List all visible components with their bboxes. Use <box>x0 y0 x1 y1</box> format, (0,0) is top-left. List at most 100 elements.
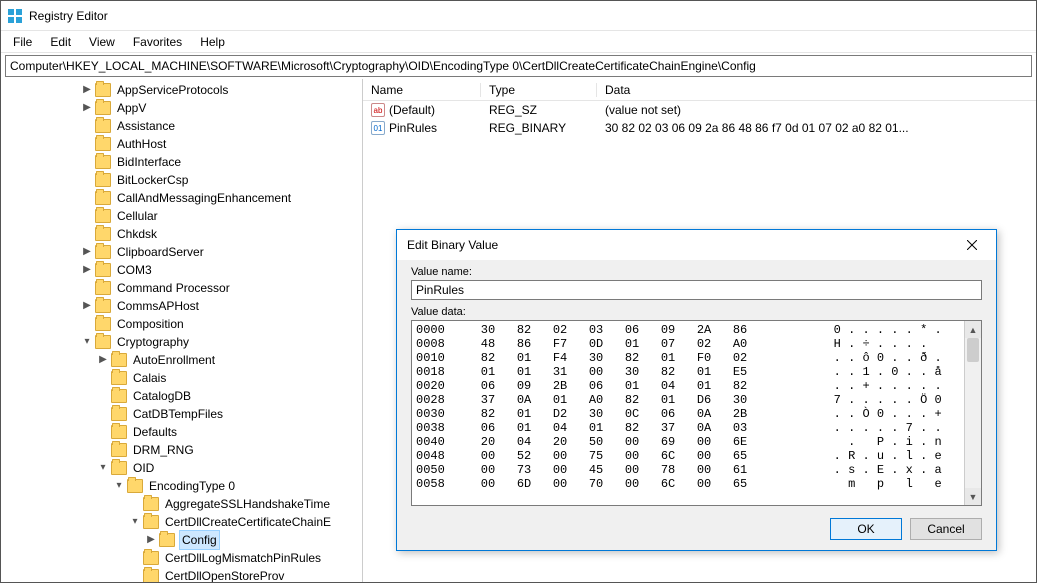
value-type: REG_SZ <box>481 103 597 117</box>
tree-item[interactable]: ▶ COM3 <box>1 261 362 279</box>
scroll-down-icon[interactable]: ▼ <box>965 488 981 505</box>
tree-item[interactable]: ▶CatalogDB <box>1 387 362 405</box>
tree-item[interactable]: ▶Cellular <box>1 207 362 225</box>
tree-item[interactable]: ▶Defaults <box>1 423 362 441</box>
col-type[interactable]: Type <box>481 83 597 97</box>
menu-file[interactable]: File <box>5 33 40 51</box>
tree-item-label: AppV <box>115 99 148 117</box>
tree-item[interactable]: ▶DRM_RNG <box>1 441 362 459</box>
edit-binary-dialog: Edit Binary Value Value name: PinRules V… <box>396 229 997 551</box>
value-name-label: Value name: <box>411 266 982 278</box>
tree-item-label: CertDllLogMismatchPinRules <box>163 549 323 567</box>
tree-item[interactable]: ▶Command Processor <box>1 279 362 297</box>
expand-icon[interactable]: ▶ <box>81 297 93 315</box>
menu-favorites[interactable]: Favorites <box>125 33 190 51</box>
close-icon <box>967 240 977 250</box>
scroll-thumb[interactable] <box>967 338 979 362</box>
menu-view[interactable]: View <box>81 33 123 51</box>
list-row[interactable]: 01PinRulesREG_BINARY30 82 02 03 06 09 2a… <box>363 119 1036 137</box>
list-row[interactable]: ab(Default)REG_SZ(value not set) <box>363 101 1036 119</box>
folder-icon <box>95 173 111 187</box>
tree-item[interactable]: ▶ Config <box>1 531 362 549</box>
tree-item-label: AuthHost <box>115 135 168 153</box>
expand-icon[interactable]: ▶ <box>81 81 93 99</box>
collapse-icon[interactable]: ▾ <box>97 459 109 477</box>
expand-icon[interactable]: ▶ <box>81 99 93 117</box>
expand-icon[interactable]: ▶ <box>81 243 93 261</box>
expand-icon[interactable]: ▶ <box>97 351 109 369</box>
folder-icon <box>143 551 159 565</box>
dialog-close-button[interactable] <box>958 235 986 255</box>
tree-item-label: CatDBTempFiles <box>131 405 225 423</box>
tree-item[interactable]: ▶Assistance <box>1 117 362 135</box>
address-path: Computer\HKEY_LOCAL_MACHINE\SOFTWARE\Mic… <box>10 59 756 73</box>
folder-icon <box>111 371 127 385</box>
folder-icon <box>111 389 127 403</box>
tree-item-label: AutoEnrollment <box>131 351 217 369</box>
expand-icon[interactable]: ▶ <box>145 531 157 549</box>
menubar: File Edit View Favorites Help <box>1 31 1036 53</box>
ok-button[interactable]: OK <box>830 518 902 540</box>
value-name-input[interactable]: PinRules <box>411 280 982 300</box>
hex-editor[interactable]: 0000 30 82 02 03 06 09 2A 86 0 . . . . .… <box>411 320 982 506</box>
col-name[interactable]: Name <box>363 83 481 97</box>
folder-icon <box>143 497 159 511</box>
tree-item[interactable]: ▶Calais <box>1 369 362 387</box>
hex-scrollbar[interactable]: ▲ ▼ <box>964 321 981 505</box>
tree-item-label: OID <box>131 459 156 477</box>
tree-item[interactable]: ▶ClipboardServer <box>1 243 362 261</box>
tree-item-label: CommsAPHost <box>115 297 201 315</box>
scroll-up-icon[interactable]: ▲ <box>965 321 981 338</box>
tree-item[interactable]: ▶AggregateSSLHandshakeTime <box>1 495 362 513</box>
tree-item[interactable]: ▶ AutoEnrollment <box>1 351 362 369</box>
tree-pane[interactable]: ▶AppServiceProtocols▶AppV▶Assistance▶Aut… <box>1 79 363 582</box>
folder-icon <box>143 515 159 529</box>
tree-item-label: CallAndMessagingEnhancement <box>115 189 293 207</box>
folder-icon <box>143 569 159 582</box>
folder-icon <box>111 407 127 421</box>
tree-item[interactable]: ▶CertDllLogMismatchPinRules <box>1 549 362 567</box>
folder-icon <box>95 191 111 205</box>
tree-item[interactable]: ▶AuthHost <box>1 135 362 153</box>
window-title: Registry Editor <box>29 9 108 23</box>
tree-item[interactable]: ▶ AppV <box>1 99 362 117</box>
tree-item-label: COM3 <box>115 261 154 279</box>
binary-value-icon: 01 <box>371 121 385 135</box>
tree-item[interactable]: ▶ AppServiceProtocols <box>1 81 362 99</box>
tree-item[interactable]: ▶Composition <box>1 315 362 333</box>
tree-item[interactable]: ▶CertDllOpenStoreProv <box>1 567 362 582</box>
expand-icon[interactable]: ▶ <box>81 261 93 279</box>
menu-edit[interactable]: Edit <box>42 33 79 51</box>
address-bar[interactable]: Computer\HKEY_LOCAL_MACHINE\SOFTWARE\Mic… <box>5 55 1032 77</box>
tree-item-label: AggregateSSLHandshakeTime <box>163 495 332 513</box>
tree-item[interactable]: ▾EncodingType 0 <box>1 477 362 495</box>
folder-icon <box>95 317 111 331</box>
tree-item[interactable]: ▶CatDBTempFiles <box>1 405 362 423</box>
value-data: (value not set) <box>597 103 997 117</box>
tree-item[interactable]: ▶ CommsAPHost <box>1 297 362 315</box>
col-data[interactable]: Data <box>597 83 997 97</box>
tree-item[interactable]: ▶Chkdsk <box>1 225 362 243</box>
collapse-icon[interactable]: ▾ <box>129 513 141 531</box>
tree-item[interactable]: ▶BitLockerCsp <box>1 171 362 189</box>
folder-icon <box>111 443 127 457</box>
folder-icon <box>95 245 111 259</box>
folder-icon <box>95 155 111 169</box>
collapse-icon[interactable]: ▾ <box>81 333 93 351</box>
tree-item[interactable]: ▶BidInterface <box>1 153 362 171</box>
tree-item[interactable]: ▶CallAndMessagingEnhancement <box>1 189 362 207</box>
tree-item[interactable]: ▾Cryptography <box>1 333 362 351</box>
tree-item-label: AppServiceProtocols <box>115 81 230 99</box>
tree-item-label: Config <box>179 530 220 550</box>
value-name: PinRules <box>389 121 437 135</box>
collapse-icon[interactable]: ▾ <box>113 477 125 495</box>
folder-icon <box>111 461 127 475</box>
tree-item[interactable]: ▾ CertDllCreateCertificateChainE <box>1 513 362 531</box>
app-icon <box>7 8 23 24</box>
cancel-button[interactable]: Cancel <box>910 518 982 540</box>
tree-item[interactable]: ▾ OID <box>1 459 362 477</box>
titlebar: Registry Editor <box>1 1 1036 31</box>
menu-help[interactable]: Help <box>192 33 233 51</box>
folder-icon <box>95 299 111 313</box>
tree-item-label: CertDllCreateCertificateChainE <box>163 513 333 531</box>
